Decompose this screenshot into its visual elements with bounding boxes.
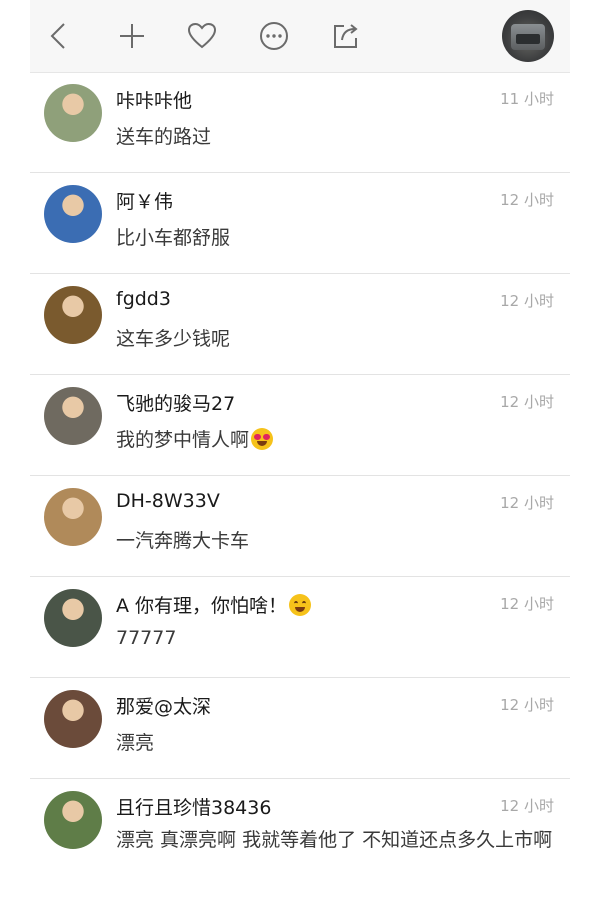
comment-text-content: 漂亮 真漂亮啊 我就等着他了 不知道还点多久上市啊 [116,829,553,851]
heart-icon[interactable] [184,18,220,54]
comment-list: 咔咔咔他 11 小时 送车的路过 阿￥伟 12 小时 比小车都舒服 fgdd3 … [30,72,570,899]
comment-text: 这车多少钱呢 [116,324,230,351]
comment-time: 12 小时 [500,696,554,714]
comment-time: 12 小时 [500,797,554,815]
comment-text: 送车的路过 [116,122,211,149]
avatar[interactable] [44,791,102,849]
comment-row: 咔咔咔他 11 小时 送车的路过 [30,72,570,173]
avatar[interactable] [44,84,102,142]
commenter-name[interactable]: 咔咔咔他 [116,86,192,113]
commenter-name[interactable]: 且行且珍惜38436 [116,793,271,820]
comment-time: 11 小时 [500,90,554,108]
comment-text-content: 比小车都舒服 [116,227,231,249]
comment-row: 且行且珍惜38436 12 小时 漂亮 真漂亮啊 我就等着他了 不知道还点多久上… [30,779,570,899]
comment-text-content: 77777 [116,627,177,649]
comment-text: 漂亮 真漂亮啊 我就等着他了 不知道还点多久上市啊 [116,825,556,855]
heart-eyes-emoji [251,428,274,450]
plus-icon[interactable] [114,18,150,54]
comment-text: 我的梦中情人啊 [116,425,274,452]
user-avatar[interactable] [502,10,554,62]
comment-row: A 你有理，你怕啥！ 12 小时 77777 [30,577,570,678]
comment-text-content: 漂亮 [116,732,155,754]
comment-time: 12 小时 [500,595,554,613]
comment-row: DH-8W33V 12 小时 一汽奔腾大卡车 [30,476,570,577]
grin-emoji [289,594,312,616]
commenter-name[interactable]: A 你有理，你怕啥！ [116,591,312,618]
avatar[interactable] [44,387,102,445]
top-toolbar [30,0,570,73]
commenter-name[interactable]: fgdd3 [116,288,171,310]
comment-time: 12 小时 [500,494,554,512]
comment-row: 那爱@太深 12 小时 漂亮 [30,678,570,779]
comment-text: 漂亮 [116,728,154,755]
avatar[interactable] [44,589,102,647]
comment-text: 77777 [116,627,176,649]
back-icon[interactable] [42,18,78,54]
comment-text-content: 一汽奔腾大卡车 [116,530,250,552]
commenter-name[interactable]: 阿￥伟 [116,187,173,214]
avatar[interactable] [44,185,102,243]
avatar[interactable] [44,488,102,546]
comment-text: 比小车都舒服 [116,223,230,250]
more-icon[interactable] [256,18,292,54]
comment-time: 12 小时 [500,292,554,310]
comment-time: 12 小时 [500,191,554,209]
comment-row: 飞驰的骏马27 12 小时 我的梦中情人啊 [30,375,570,476]
comment-text-content: 送车的路过 [116,126,212,148]
comment-text: 一汽奔腾大卡车 [116,526,249,553]
comment-text-content: 我的梦中情人啊 [116,429,250,451]
comment-row: fgdd3 12 小时 这车多少钱呢 [30,274,570,375]
comment-time: 12 小时 [500,393,554,411]
comment-text-content: 这车多少钱呢 [116,328,231,350]
app-frame: 咔咔咔他 11 小时 送车的路过 阿￥伟 12 小时 比小车都舒服 fgdd3 … [30,0,570,884]
commenter-name[interactable]: DH-8W33V [116,490,220,512]
comment-row: 阿￥伟 12 小时 比小车都舒服 [30,173,570,274]
commenter-name[interactable]: 飞驰的骏马27 [116,389,235,416]
share-icon[interactable] [328,18,364,54]
avatar[interactable] [44,286,102,344]
commenter-name[interactable]: 那爱@太深 [116,692,211,719]
avatar[interactable] [44,690,102,748]
